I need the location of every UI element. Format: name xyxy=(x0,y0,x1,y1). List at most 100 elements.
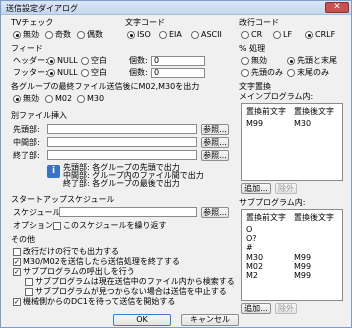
replace-main-list[interactable]: 置換前文字 置換後文字 M99 M30 xyxy=(241,103,343,181)
title-bar: 送信設定ダイアログ ✕ xyxy=(1,1,351,15)
newline-option-cr: CR xyxy=(251,30,263,39)
window-title: 送信設定ダイアログ xyxy=(6,4,78,13)
replace-main-remove-button[interactable]: 除外 xyxy=(275,183,297,194)
newline-radio-cr[interactable] xyxy=(241,31,249,39)
replace-sub-add-button[interactable]: 追加... xyxy=(241,303,271,314)
startup-repeat-label: このスケジュールを繰り返す xyxy=(63,221,167,230)
char-code-radio-iso[interactable] xyxy=(127,31,135,39)
others-item-output-blank-lines: 改行だけの行でも出力する xyxy=(23,247,119,256)
percent-radio-head-tail[interactable] xyxy=(287,57,295,65)
file-insert-middle-input[interactable] xyxy=(47,137,197,147)
file-insert-head-label: 先頭部: xyxy=(13,125,40,134)
replace-sub-remove-button[interactable]: 除外 xyxy=(275,303,297,314)
file-insert-end-input[interactable] xyxy=(47,150,197,160)
group-last-option-m30: M30 xyxy=(87,94,105,103)
group-last-radio-disabled[interactable] xyxy=(13,95,21,103)
feed-footer-count-label: 個数: xyxy=(129,68,148,77)
others-item-wait-dc1: 機械側からのDC1を待って送信を開始する xyxy=(23,297,176,306)
file-insert-info-end: 終了部: 各グループの最後で出力 xyxy=(63,179,180,188)
replace-sub-list[interactable]: 置換前文字 置換後文字 O O? # M30 M99 M02 M99 M2 M9… xyxy=(241,209,343,301)
replace-main-add-button[interactable]: 追加... xyxy=(241,183,271,194)
startup-schedule-browse-button[interactable]: 参照... xyxy=(201,207,229,218)
others-checkbox-search-current-file[interactable] xyxy=(25,278,33,286)
startup-repeat-checkbox[interactable] xyxy=(53,222,61,230)
newline-radio-lf[interactable] xyxy=(273,31,281,39)
char-code-radio-eia[interactable] xyxy=(159,31,167,39)
feed-footer-option-null: NULL xyxy=(57,68,78,77)
char-code-radio-ascii[interactable] xyxy=(191,31,199,39)
file-insert-head-browse-button[interactable]: 参照... xyxy=(201,124,229,135)
feed-header-radio-null[interactable] xyxy=(47,57,55,65)
startup-schedule-field-label: スケジュール: xyxy=(13,208,64,217)
others-item-abort-if-missing: サブプログラムが見つからない場合は送信を中止する xyxy=(35,287,227,296)
replace-main-col-after: 置換後文字 xyxy=(294,107,334,116)
tv-check-label: TVチェック xyxy=(11,18,54,27)
file-insert-head-input[interactable] xyxy=(47,124,197,134)
percent-radio-tail-only[interactable] xyxy=(287,69,295,77)
replace-main-label: メインプログラム内: xyxy=(239,92,314,101)
file-insert-middle-label: 中間部: xyxy=(13,138,40,147)
char-code-option-eia: EIA xyxy=(169,30,182,39)
settings-dialog: 送信設定ダイアログ ✕ TVチェック 無効 奇数 偶数 文字コード ISO EI… xyxy=(0,0,352,328)
replace-sub-col-after: 置換後文字 xyxy=(294,213,334,222)
percent-radio-head-only[interactable] xyxy=(241,69,249,77)
list-item[interactable]: # xyxy=(246,243,253,253)
others-checkbox-abort-if-missing[interactable] xyxy=(25,288,33,296)
file-insert-end-browse-button[interactable]: 参照... xyxy=(201,150,229,161)
cancel-button[interactable]: キャンセル xyxy=(181,314,239,326)
others-checkbox-wait-dc1[interactable] xyxy=(13,298,21,306)
others-label: その他 xyxy=(11,235,35,244)
feed-header-option-space: 空白 xyxy=(91,56,107,65)
percent-option-head-only: 先頭のみ xyxy=(251,68,283,77)
file-insert-label: 別ファイル挿入 xyxy=(11,111,67,120)
feed-header-count-label: 個数: xyxy=(129,56,148,65)
tv-check-radio-even[interactable] xyxy=(77,31,85,39)
feed-footer-count-input[interactable]: 0 xyxy=(151,68,205,78)
list-item[interactable]: M99 xyxy=(294,271,311,281)
tv-check-radio-disabled[interactable] xyxy=(13,31,21,39)
percent-option-disabled: 無効 xyxy=(251,56,267,65)
newline-option-crlf: CRLF xyxy=(315,30,336,39)
percent-process-label: % 処理 xyxy=(239,44,266,53)
feed-header-radio-space[interactable] xyxy=(81,57,89,65)
ok-button[interactable]: OK xyxy=(113,314,171,326)
char-code-option-ascii: ASCII xyxy=(201,30,222,39)
others-item-call-subprogram: サブプログラムの呼出しを行う xyxy=(23,267,135,276)
list-item[interactable]: M2 xyxy=(246,271,258,281)
percent-option-tail-only: 末尾のみ xyxy=(297,68,329,77)
feed-footer-label: フッター: xyxy=(13,68,48,77)
file-insert-end-label: 終了部: xyxy=(13,151,40,160)
char-code-option-iso: ISO xyxy=(137,30,151,39)
group-last-label: 各グループの最終ファイル送信後にM02,M30を出力 xyxy=(11,82,200,91)
feed-header-option-null: NULL xyxy=(57,56,78,65)
startup-option-label: オプション: xyxy=(13,221,56,230)
others-checkbox-end-on-m30[interactable] xyxy=(13,258,21,266)
group-last-radio-m02[interactable] xyxy=(45,95,53,103)
info-icon: i xyxy=(47,165,60,178)
feed-header-count-input[interactable]: 0 xyxy=(151,56,205,66)
list-item[interactable]: M99 xyxy=(246,119,263,129)
others-item-search-current-file: サブプログラムは現在送信中のファイル内から検索する xyxy=(35,277,235,286)
list-item[interactable]: M30 xyxy=(294,119,311,129)
feed-footer-option-space: 空白 xyxy=(91,68,107,77)
replace-sub-col-before: 置換前文字 xyxy=(246,213,286,222)
newline-code-label: 改行コード xyxy=(239,18,279,27)
replace-label: 文字置換 xyxy=(239,82,271,91)
tv-check-radio-odd[interactable] xyxy=(45,31,53,39)
newline-option-lf: LF xyxy=(283,30,293,39)
close-button[interactable]: ✕ xyxy=(325,2,349,13)
others-checkbox-output-blank-lines[interactable] xyxy=(13,248,21,256)
feed-footer-radio-space[interactable] xyxy=(81,69,89,77)
replace-main-col-before: 置換前文字 xyxy=(246,107,286,116)
file-insert-middle-browse-button[interactable]: 参照... xyxy=(201,137,229,148)
percent-radio-disabled[interactable] xyxy=(241,57,249,65)
startup-schedule-input[interactable] xyxy=(59,207,197,217)
replace-sub-label: サブプログラム内: xyxy=(239,198,306,207)
others-checkbox-call-subprogram[interactable] xyxy=(13,268,21,276)
newline-radio-crlf[interactable] xyxy=(305,31,313,39)
others-item-end-on-m30: M30/M02を送信したら送信処理を終了する xyxy=(23,257,180,266)
group-last-option-m02: M02 xyxy=(55,94,73,103)
group-last-radio-m30[interactable] xyxy=(77,95,85,103)
feed-footer-radio-null[interactable] xyxy=(47,69,55,77)
char-code-label: 文字コード xyxy=(125,18,165,27)
